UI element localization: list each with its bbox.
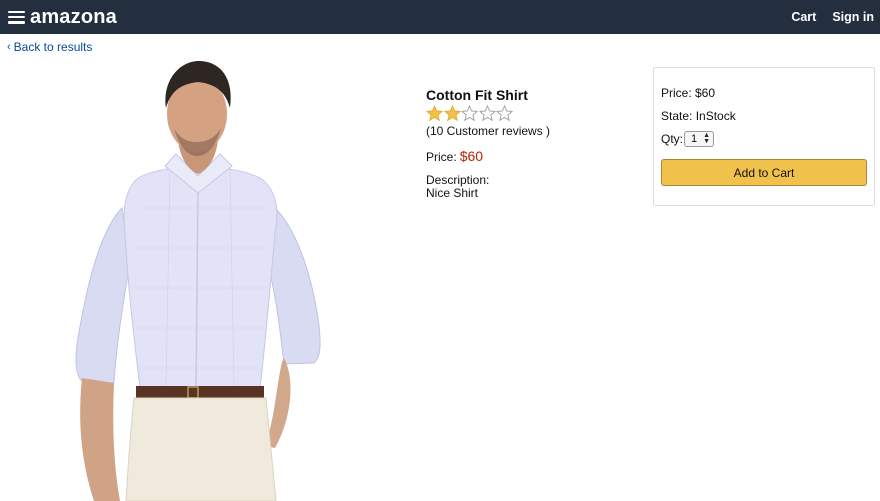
select-arrows-icon: ▲ ▼: [703, 132, 711, 145]
rating-stars: [426, 105, 626, 123]
signin-link[interactable]: Sign in: [832, 10, 874, 24]
back-to-results-label: Back to results: [13, 40, 93, 54]
description-text: Nice Shirt: [426, 186, 479, 200]
product-title: Cotton Fit Shirt: [426, 87, 528, 103]
product-image: [70, 58, 330, 501]
header-links: Cart Sign in: [791, 10, 874, 24]
price-label: Price:: [426, 150, 457, 164]
customer-reviews-link[interactable]: (10 Customer reviews ): [426, 124, 626, 138]
brand-name[interactable]: amazona: [30, 6, 117, 29]
star-empty-icon: [461, 105, 478, 122]
qty-value: 1: [691, 133, 698, 145]
qty-label: Qty:: [661, 132, 684, 146]
product-info: Cotton Fit Shirt (10 Customer reviews ) …: [426, 87, 626, 200]
cart-link[interactable]: Cart: [791, 10, 816, 24]
add-to-cart-button[interactable]: Add to Cart: [661, 159, 867, 186]
top-header: amazona Cart Sign in: [0, 0, 880, 34]
price-value: $60: [459, 148, 484, 164]
brand-home-link[interactable]: amazona: [8, 6, 117, 29]
star-empty-icon: [496, 105, 513, 122]
buy-box: Price: $60 State: InStock Qty: 1 ▲ ▼ Add …: [653, 67, 875, 206]
buybox-price: Price: $60: [661, 86, 716, 100]
star-filled-icon: [443, 105, 461, 122]
product-shirt-image: [75, 60, 321, 501]
chevron-left-icon: ‹: [7, 41, 11, 53]
quantity-select[interactable]: 1 ▲ ▼: [684, 131, 715, 147]
back-to-results-link[interactable]: ‹ Back to results: [7, 40, 92, 54]
hamburger-menu-icon[interactable]: [8, 10, 25, 24]
star-filled-icon: [426, 105, 443, 122]
product-price: Price: $60: [426, 148, 626, 164]
quantity-row: Qty: 1 ▲ ▼: [661, 131, 715, 147]
star-empty-icon: [478, 105, 496, 122]
buybox-stock-state: State: InStock: [661, 109, 736, 123]
